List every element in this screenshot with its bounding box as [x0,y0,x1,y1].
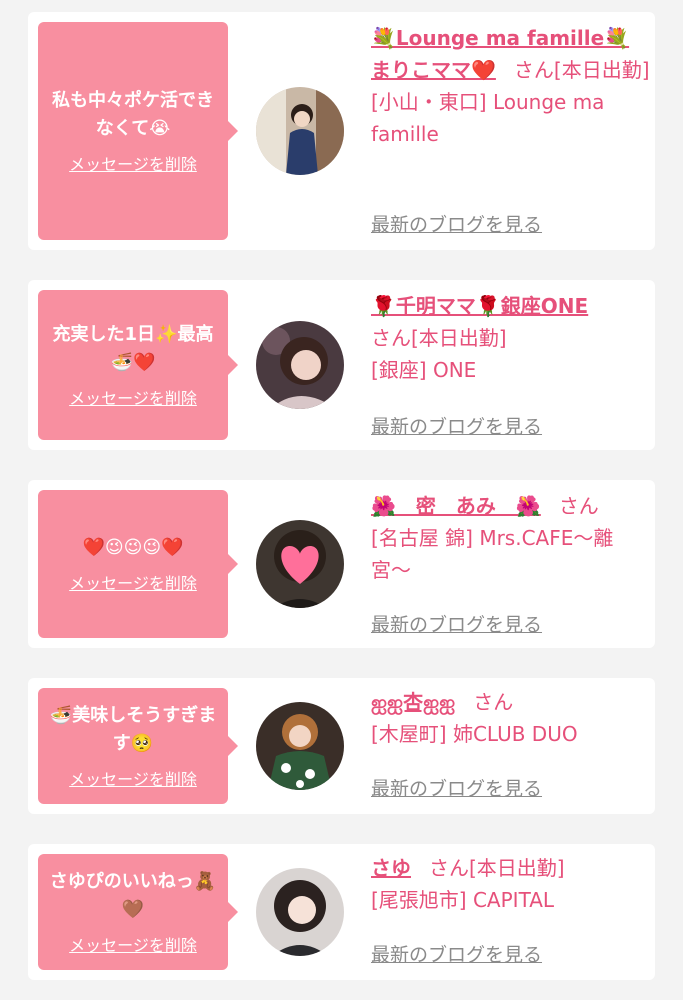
delete-message-link[interactable]: メッセージを削除 [69,932,197,956]
message-bubble: さゆぴのいいねっ🧸🤎 メッセージを削除 [38,854,238,970]
latest-blog-link[interactable]: 最新のブログを見る [371,940,542,967]
delete-message-link[interactable]: メッセージを削除 [69,570,197,594]
cast-name-link[interactable]: 🌺 密 あみ 🌺 [371,494,541,518]
honorific: さん [371,326,411,350]
message-text: 私も中々ポケ活できなくて😭 [52,90,214,139]
delete-message-link[interactable]: メッセージを削除 [69,151,197,175]
message-card: 私も中々ポケ活できなくて😭 メッセージを削除 💐Lounge ma famill… [28,12,655,250]
message-bubble: 充実した1日✨最高🍜❤️ メッセージを削除 [38,290,238,440]
latest-blog-link[interactable]: 最新のブログを見る [371,412,542,439]
message-bubble: 🍜美味しそうすぎます🥺 メッセージを削除 [38,688,238,804]
woman-yukata-avatar-icon [256,702,344,790]
latest-blog-link[interactable]: 最新のブログを見る [371,610,542,637]
honorific: さん [558,494,599,518]
location-text: [木屋町] 姉CLUB DUO [371,722,578,746]
woman-selfie-avatar-icon [256,868,344,956]
shop-title-link[interactable]: 💐Lounge ma famille💐 [371,26,629,50]
heart-face-avatar-icon [256,520,344,608]
latest-blog-link[interactable]: 最新のブログを見る [371,210,542,237]
woman-portrait-avatar-icon [256,321,344,409]
profile-info: 💐Lounge ma famille💐 まりこママ❤️ さん[本日出勤] [小山・… [371,22,651,150]
message-bubble: ❤️😉😉😉❤️ メッセージを削除 [38,490,238,638]
location-text: [名古屋 錦] Mrs.CAFE〜離宮〜 [371,526,614,582]
avatar[interactable] [256,87,344,175]
cast-name-link[interactable]: さゆ [371,856,411,880]
message-text: 充実した1日✨最高🍜❤️ [52,324,214,373]
cast-name-link[interactable]: ஐஐ杏ஐஐ [371,690,455,714]
latest-blog-link[interactable]: 最新のブログを見る [371,774,542,801]
message-card: ❤️😉😉😉❤️ メッセージを削除 🌺 密 あみ 🌺 さん [名古屋 錦] Mrs.… [28,480,655,648]
message-text: さゆぴのいいねっ🧸🤎 [49,871,217,920]
message-text: 🍜美味しそうすぎます🥺 [49,705,217,754]
cast-name-link[interactable]: まりこママ❤️ [371,58,496,82]
profile-info: 🌹千明ママ🌹銀座ONE さん[本日出勤] [銀座] ONE [371,290,651,386]
profile-info: さゆ さん[本日出勤] [尾張旭市] CAPITAL [371,852,651,916]
message-card: さゆぴのいいねっ🧸🤎 メッセージを削除 さゆ さん[本日出勤] [尾張旭市] CA… [28,844,655,980]
avatar[interactable] [256,321,344,409]
honorific: さん [429,856,469,880]
status-text: [本日出勤] [469,856,565,880]
location-text: [銀座] ONE [371,358,477,382]
avatar[interactable] [256,520,344,608]
honorific: さん [513,58,554,82]
profile-info: 🌺 密 あみ 🌺 さん [名古屋 錦] Mrs.CAFE〜離宮〜 [371,490,651,586]
location-text: [小山・東口] Lounge ma famille [371,90,605,146]
honorific: さん [473,690,514,714]
avatar[interactable] [256,702,344,790]
status-text: [本日出勤] [411,326,507,350]
delete-message-link[interactable]: メッセージを削除 [69,766,197,790]
profile-info: ஐஐ杏ஐஐ さん [木屋町] 姉CLUB DUO [371,686,651,750]
status-text: [本日出勤] [553,58,650,82]
message-text: ❤️😉😉😉❤️ [82,537,184,558]
message-bubble: 私も中々ポケ活できなくて😭 メッセージを削除 [38,22,238,240]
cast-name-link[interactable]: 🌹千明ママ🌹銀座ONE [371,294,588,318]
message-card: 🍜美味しそうすぎます🥺 メッセージを削除 ஐஐ杏ஐஐ さん [木屋町] 姉CLUB… [28,678,655,814]
message-card: 充実した1日✨最高🍜❤️ メッセージを削除 🌹千明ママ🌹銀座ONE さん[本日出… [28,280,655,450]
location-text: [尾張旭市] CAPITAL [371,888,555,912]
delete-message-link[interactable]: メッセージを削除 [69,385,197,409]
woman-kimono-avatar-icon [256,87,344,175]
avatar[interactable] [256,868,344,956]
